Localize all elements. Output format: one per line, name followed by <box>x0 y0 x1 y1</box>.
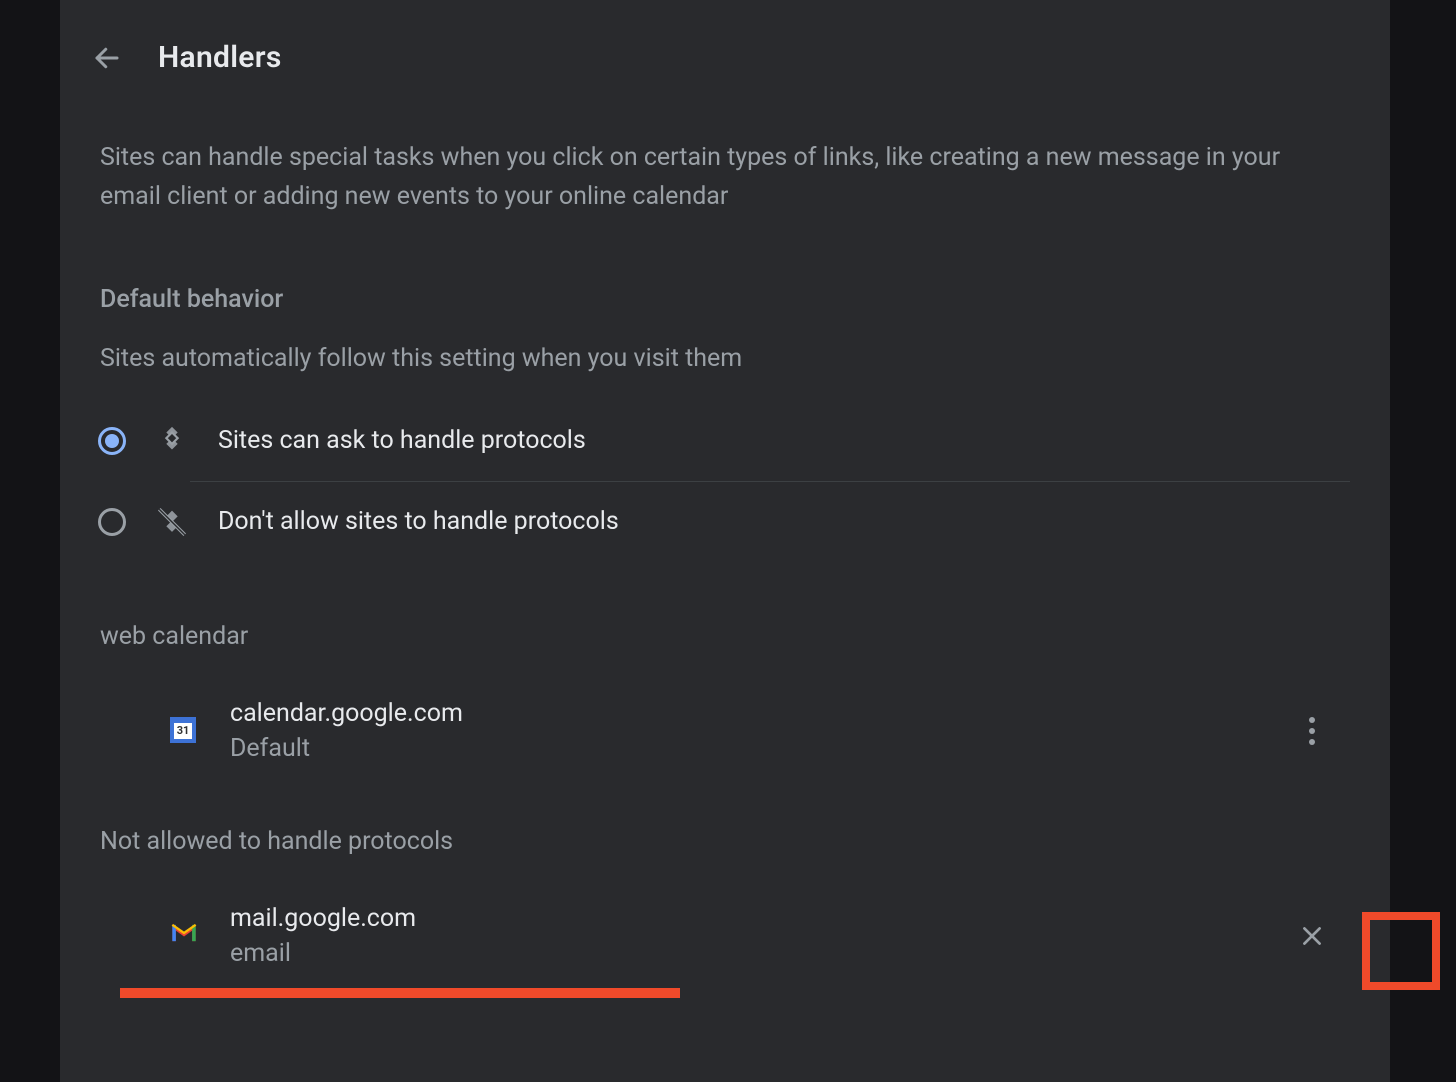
default-behavior-options: Sites can ask to handle protocols Don't … <box>60 401 1390 562</box>
panel-header: Handlers <box>60 0 1390 75</box>
page-description: Sites can handle special tasks when you … <box>60 139 1360 217</box>
kebab-dot <box>1309 739 1315 745</box>
radio-selected-icon <box>98 427 126 455</box>
arrow-left-icon <box>92 43 122 73</box>
annotation-underline <box>120 988 680 998</box>
back-button[interactable] <box>90 41 124 75</box>
layers-off-icon <box>154 504 190 540</box>
site-name: mail.google.com <box>230 904 1292 933</box>
site-row-gmail[interactable]: mail.google.com email <box>60 886 1390 986</box>
close-icon <box>1299 923 1325 949</box>
annotation-highlight-box <box>1362 912 1440 990</box>
remove-button[interactable] <box>1292 916 1332 956</box>
site-sub: email <box>230 939 1292 968</box>
kebab-dot <box>1309 728 1315 734</box>
radio-unselected-icon <box>98 508 126 536</box>
option-block-label: Don't allow sites to handle protocols <box>218 507 619 536</box>
web-calendar-heading: web calendar <box>60 622 1390 651</box>
more-actions-button[interactable] <box>1292 711 1332 751</box>
settings-window: Handlers Sites can handle special tasks … <box>0 0 1456 1082</box>
default-behavior-heading: Default behavior <box>60 285 1390 314</box>
page-title: Handlers <box>158 40 282 75</box>
site-name: calendar.google.com <box>230 699 1292 728</box>
option-allow-protocols[interactable]: Sites can ask to handle protocols <box>90 401 1350 481</box>
kebab-dot <box>1309 717 1315 723</box>
handlers-panel: Handlers Sites can handle special tasks … <box>60 0 1390 1082</box>
site-row-calendar[interactable]: calendar.google.com Default <box>60 681 1390 781</box>
option-allow-label: Sites can ask to handle protocols <box>218 426 586 455</box>
layers-icon <box>154 423 190 459</box>
option-block-protocols[interactable]: Don't allow sites to handle protocols <box>90 482 1350 562</box>
calendar-favicon <box>170 717 198 745</box>
site-sub: Default <box>230 734 1292 763</box>
not-allowed-heading: Not allowed to handle protocols <box>60 827 1390 856</box>
gmail-favicon <box>170 922 198 950</box>
default-behavior-subheading: Sites automatically follow this setting … <box>60 344 1390 373</box>
